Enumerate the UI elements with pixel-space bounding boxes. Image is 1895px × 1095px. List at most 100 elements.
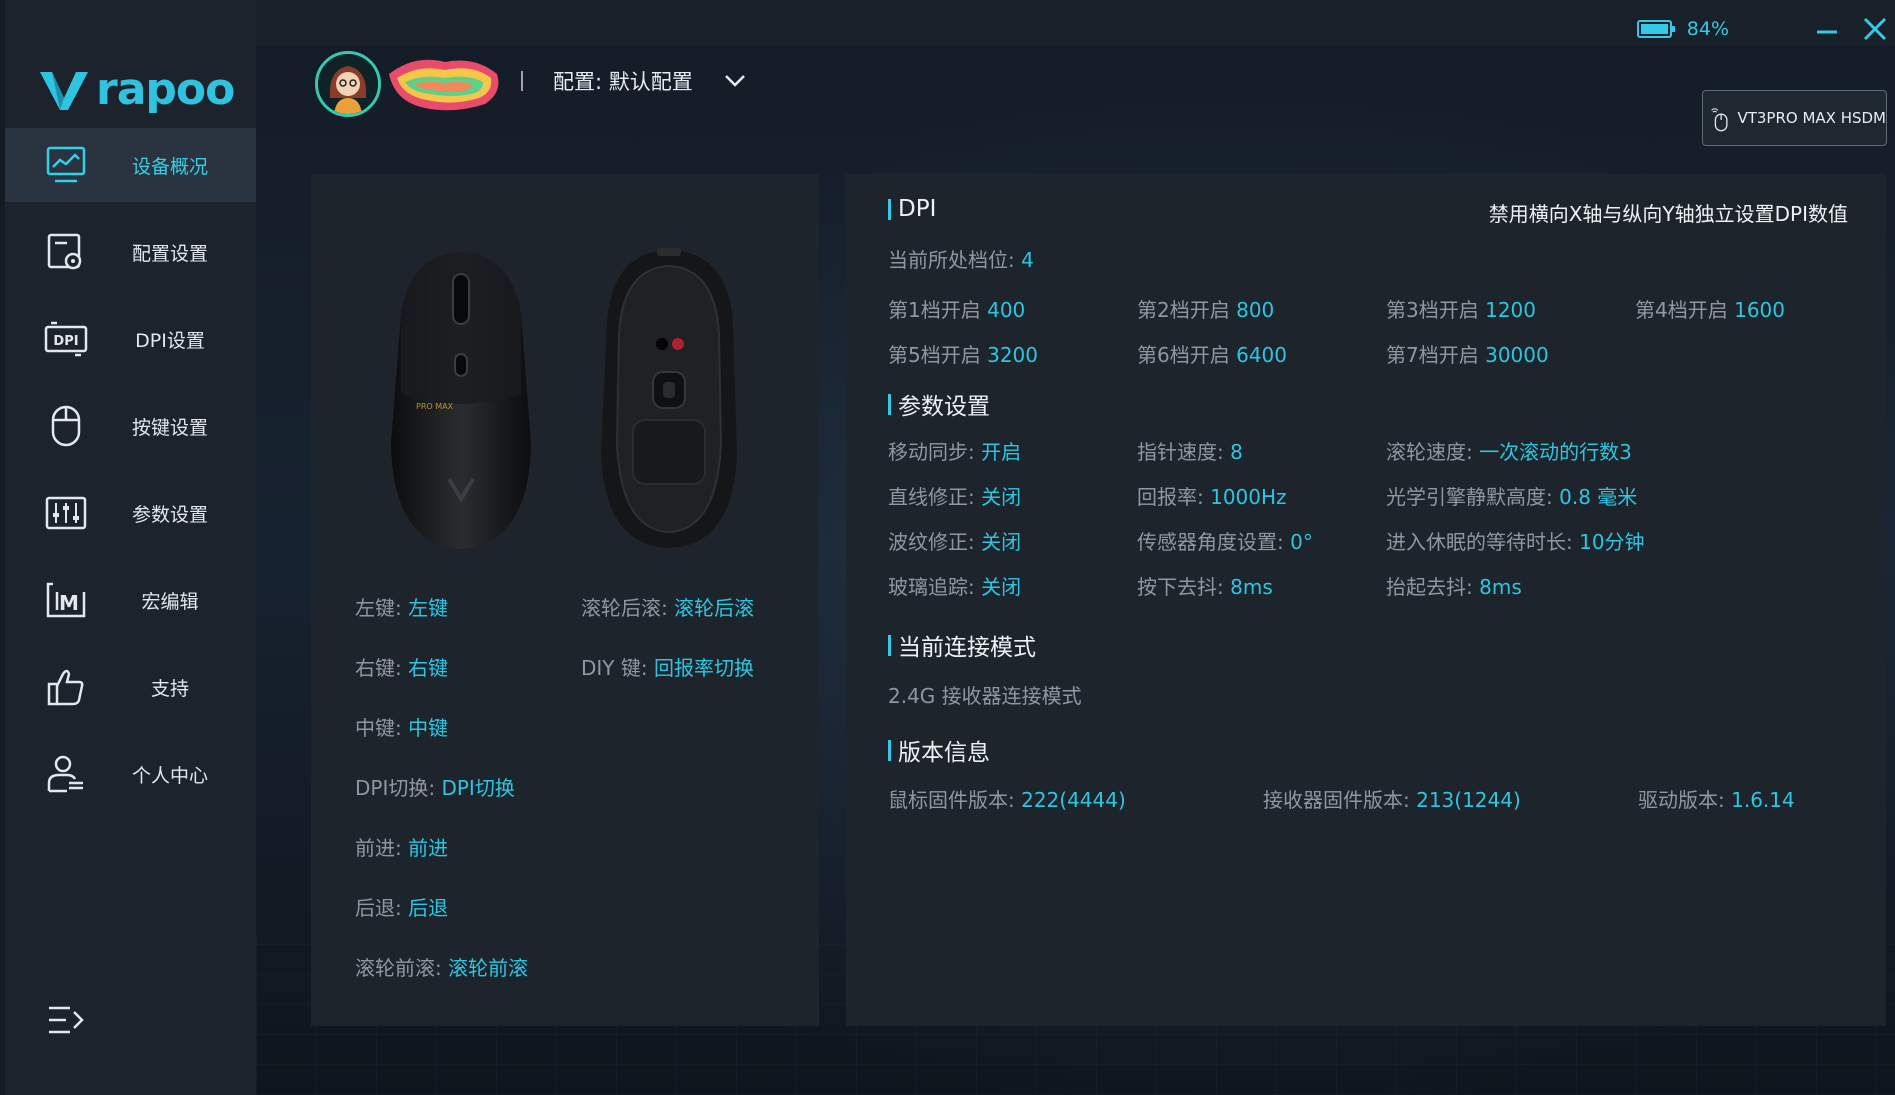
info-value: 30000 bbox=[1485, 343, 1549, 367]
info-key: 按下去抖: bbox=[1137, 575, 1224, 599]
sidebar-item-label: 配置设置 bbox=[131, 242, 208, 265]
sidebar-item-dpi-settings[interactable]: DPI DPI设置 bbox=[5, 302, 256, 376]
config-settings-icon bbox=[43, 229, 89, 275]
monitor-chart-icon bbox=[43, 142, 89, 188]
info-value: 8ms bbox=[1479, 575, 1522, 599]
sidebar-item-macro-editor[interactable]: M 宏编辑 bbox=[5, 563, 256, 637]
mapping-value: 中键 bbox=[408, 716, 449, 740]
sidebar-item-parameter-settings[interactable]: 参数设置 bbox=[5, 476, 256, 550]
dpi-level-item: 第7档开启 30000 bbox=[1386, 339, 1549, 368]
close-button[interactable] bbox=[1858, 12, 1892, 46]
info-value: 222(4444) bbox=[1021, 788, 1126, 812]
mapping-back[interactable]: 后退: 后退 bbox=[355, 892, 448, 921]
sidebar-item-label: 按键设置 bbox=[131, 416, 208, 439]
info-value: 1.6.14 bbox=[1731, 788, 1795, 812]
info-value: 0.8 毫米 bbox=[1559, 485, 1638, 509]
avatar-icon bbox=[318, 54, 378, 114]
param-item: 传感器角度设置: 0° bbox=[1137, 526, 1313, 555]
connection-mode: 2.4G 接收器连接模式 bbox=[888, 684, 1082, 708]
user-icon bbox=[43, 751, 89, 797]
macro-icon: M bbox=[43, 577, 89, 623]
dpi-section-title: DPI bbox=[888, 196, 936, 222]
sidebar-item-button-settings[interactable]: 按键设置 bbox=[5, 389, 256, 463]
sidebar-nav: 设备概况 配置设置 DPI DPI设置 按键设置 参数设置 M 宏编辑 支持 个… bbox=[5, 128, 256, 824]
thumbs-up-icon bbox=[43, 664, 89, 710]
avatar[interactable] bbox=[315, 51, 381, 117]
mapping-scroll-forward[interactable]: 滚轮前滚: 滚轮前滚 bbox=[355, 952, 528, 981]
section-title-text: DPI bbox=[898, 196, 937, 222]
section-title-text: 版本信息 bbox=[898, 740, 990, 766]
info-value: 800 bbox=[1236, 298, 1275, 322]
rapoo-logo: rapoo bbox=[38, 66, 235, 114]
dpi-level-item: 第5档开启 3200 bbox=[888, 339, 1038, 368]
info-value: 1600 bbox=[1734, 298, 1785, 322]
info-value: 10分钟 bbox=[1579, 530, 1645, 554]
profile-selector-label[interactable]: 配置: 默认配置 bbox=[553, 66, 693, 96]
mapping-key: 后退: bbox=[355, 896, 402, 920]
minimize-button[interactable] bbox=[1810, 12, 1844, 46]
info-key: 进入休眠的等待时长: bbox=[1386, 530, 1573, 554]
info-value: 关闭 bbox=[981, 485, 1022, 509]
mapping-dpi-switch[interactable]: DPI切换: DPI切换 bbox=[355, 772, 515, 801]
info-key: 波纹修正: bbox=[888, 530, 975, 554]
param-item: 直线修正: 关闭 bbox=[888, 481, 1021, 510]
mouse-bottom-view-image bbox=[601, 248, 737, 548]
sidebar-item-personal-center[interactable]: 个人中心 bbox=[5, 737, 256, 811]
mapping-value: 左键 bbox=[408, 596, 449, 620]
info-value: 开启 bbox=[981, 440, 1022, 464]
mapping-key: 右键: bbox=[355, 656, 402, 680]
info-key: 接收器固件版本: bbox=[1263, 788, 1410, 812]
mapping-middle[interactable]: 中键: 中键 bbox=[355, 712, 448, 741]
param-item: 移动同步: 开启 bbox=[888, 436, 1021, 465]
sliders-icon bbox=[43, 490, 89, 536]
mapping-value: 滚轮前滚 bbox=[448, 956, 529, 980]
sidebar-item-config-settings[interactable]: 配置设置 bbox=[5, 215, 256, 289]
battery-indicator: 84% bbox=[1636, 18, 1729, 40]
mouse-firmware-version: 鼠标固件版本: 222(4444) bbox=[888, 784, 1126, 813]
info-value: 3200 bbox=[987, 343, 1038, 367]
device-selector[interactable]: VT3PRO MAX HSDM bbox=[1702, 90, 1887, 146]
svg-text:M: M bbox=[59, 591, 79, 615]
params-section-title: 参数设置 bbox=[888, 387, 990, 421]
sidebar-item-support[interactable]: 支持 bbox=[5, 650, 256, 724]
sidebar-item-device-overview[interactable]: 设备概况 bbox=[5, 128, 256, 202]
info-key: 滚轮速度: bbox=[1386, 440, 1473, 464]
info-key: 光学引擎静默高度: bbox=[1386, 485, 1553, 509]
dpi-level-item: 第3档开启 1200 bbox=[1386, 294, 1536, 323]
dpi-xy-independent-toggle[interactable]: 禁用横向X轴与纵向Y轴独立设置DPI数值 bbox=[1489, 198, 1848, 227]
mapping-key: 滚轮前滚: bbox=[355, 956, 442, 980]
close-icon bbox=[1863, 17, 1887, 41]
mapping-value: 滚轮后滚 bbox=[674, 596, 755, 620]
info-key: 直线修正: bbox=[888, 485, 975, 509]
mapping-scroll-back[interactable]: 滚轮后滚: 滚轮后滚 bbox=[581, 592, 754, 621]
sidebar-item-label: DPI设置 bbox=[135, 329, 205, 352]
sidebar: rapoo 设备概况 配置设置 DPI DPI设置 按键设置 参数设置 M 宏编… bbox=[0, 0, 256, 1095]
info-key: 回报率: bbox=[1137, 485, 1204, 509]
info-value: 1200 bbox=[1485, 298, 1536, 322]
mapping-left[interactable]: 左键: 左键 bbox=[355, 592, 448, 621]
mouse-model-text: PRO MAX bbox=[416, 402, 454, 411]
info-value: 关闭 bbox=[981, 530, 1022, 554]
sidebar-item-label: 个人中心 bbox=[131, 764, 208, 787]
param-item: 按下去抖: 8ms bbox=[1137, 571, 1273, 600]
sidebar-item-label: 支持 bbox=[150, 677, 189, 700]
param-item: 光学引擎静默高度: 0.8 毫米 bbox=[1386, 481, 1637, 510]
minimize-icon bbox=[1817, 30, 1837, 34]
chevron-down-icon[interactable] bbox=[722, 70, 748, 92]
info-key: 第2档开启 bbox=[1137, 298, 1230, 322]
mapping-diy[interactable]: DIY 键: 回报率切换 bbox=[581, 652, 754, 681]
mapping-key: 中键: bbox=[355, 716, 402, 740]
battery-percent: 84% bbox=[1686, 18, 1729, 40]
info-key: 移动同步: bbox=[888, 440, 975, 464]
section-title-text: 参数设置 bbox=[898, 394, 990, 420]
info-key: 抬起去抖: bbox=[1386, 575, 1473, 599]
info-value: 400 bbox=[987, 298, 1026, 322]
param-item: 滚轮速度: 一次滚动的行数3 bbox=[1386, 436, 1632, 465]
collapse-menu-icon[interactable] bbox=[46, 1002, 86, 1038]
header-separator bbox=[521, 71, 523, 91]
mapping-forward[interactable]: 前进: 前进 bbox=[355, 832, 448, 861]
mapping-right[interactable]: 右键: 右键 bbox=[355, 652, 448, 681]
mapping-key: DPI切换: bbox=[355, 776, 436, 800]
dpi-level-item: 第2档开启 800 bbox=[1137, 294, 1274, 323]
section-title-text: 当前连接模式 bbox=[898, 635, 1036, 661]
